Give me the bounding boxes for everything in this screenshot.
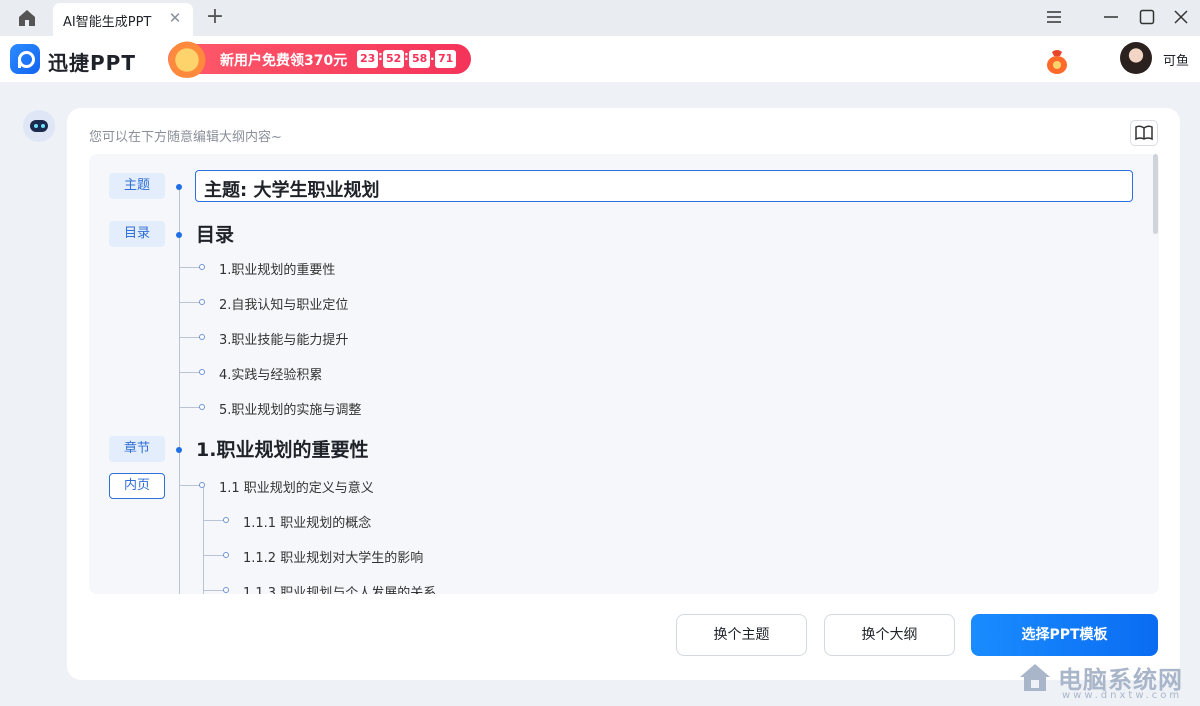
- subsection-item-2[interactable]: 1.1.2 职业规划对大学生的影响: [243, 547, 423, 566]
- countdown-seconds: 58: [409, 50, 431, 68]
- gift-icon: [166, 38, 208, 78]
- tree-connector: [204, 520, 224, 521]
- node-circle: [199, 369, 205, 375]
- tab-title: AI智能生成PPT: [63, 15, 152, 30]
- node-circle: [199, 482, 205, 488]
- node-dot: [176, 184, 182, 190]
- tree-line: [203, 486, 204, 594]
- tree-connector: [180, 485, 200, 486]
- subsection-item-3[interactable]: 1.1.3 职业规划与个人发展的关系: [243, 582, 436, 594]
- app-header: 迅捷PPT 新用户免费领370元 23 : 52 : 58 . 71 可鱼: [0, 36, 1200, 82]
- tag-theme: 主题: [109, 173, 165, 199]
- menu-icon[interactable]: [1043, 6, 1065, 28]
- tree-connector: [204, 555, 224, 556]
- node-dot: [176, 232, 182, 238]
- chapter-heading[interactable]: 1.职业规划的重要性: [196, 435, 368, 462]
- countdown-separator: .: [430, 49, 435, 63]
- toc-item-3[interactable]: 3.职业技能与能力提升: [219, 329, 348, 348]
- logo-icon: [10, 44, 40, 74]
- node-circle: [223, 552, 229, 558]
- promo-banner[interactable]: 新用户免费领370元 23 : 52 : 58 . 71: [166, 38, 471, 78]
- node-circle: [223, 587, 229, 593]
- avatar[interactable]: [1120, 42, 1152, 74]
- book-icon[interactable]: [1130, 120, 1158, 146]
- username[interactable]: 可鱼: [1163, 50, 1189, 69]
- change-theme-button[interactable]: 换个主题: [676, 614, 807, 656]
- close-icon[interactable]: ✕: [167, 10, 183, 26]
- outline-editor[interactable]: 主题 主题: 大学生职业规划 目录 目录 1.职业规划的重要性 2.自我认知与职…: [89, 154, 1159, 594]
- section-item[interactable]: 1.1 职业规划的定义与意义: [219, 477, 374, 496]
- robot-icon: [23, 110, 55, 142]
- tab-bar: AI智能生成PPT ✕ +: [0, 0, 1200, 36]
- tree-connector: [180, 372, 200, 373]
- lucky-bag-icon[interactable]: [1046, 48, 1068, 74]
- home-icon[interactable]: [16, 8, 38, 28]
- outline-card: 您可以在下方随意编辑大纲内容~ 主题 主题: 大学生职业规划 目录 目录 1.职…: [67, 108, 1180, 680]
- countdown-ms: 71: [435, 50, 457, 68]
- countdown-hours: 23: [357, 50, 379, 68]
- tag-chapter: 章节: [109, 436, 165, 462]
- watermark-url: www.dnxtw.com: [1062, 690, 1183, 701]
- maximize-icon[interactable]: [1136, 6, 1158, 28]
- logo-text: 迅捷PPT: [48, 51, 136, 75]
- toc-heading[interactable]: 目录: [196, 220, 234, 247]
- window-close-icon[interactable]: [1170, 6, 1192, 28]
- minimize-icon[interactable]: [1100, 6, 1122, 28]
- countdown-minutes: 52: [383, 50, 405, 68]
- tree-connector: [204, 590, 224, 591]
- robot-eye: [34, 124, 38, 128]
- node-circle: [199, 299, 205, 305]
- toc-item-1[interactable]: 1.职业规划的重要性: [219, 259, 335, 278]
- tree-connector: [180, 337, 200, 338]
- toc-item-5[interactable]: 5.职业规划的实施与调整: [219, 399, 361, 418]
- node-circle: [223, 517, 229, 523]
- tag-toc: 目录: [109, 221, 165, 247]
- title-text: 主题: 大学生职业规划: [204, 180, 380, 201]
- scrollbar[interactable]: [1153, 154, 1158, 234]
- add-tab-icon[interactable]: +: [205, 6, 225, 28]
- tag-page[interactable]: 内页: [109, 473, 165, 499]
- tree-connector: [180, 267, 200, 268]
- tab-ai-ppt[interactable]: AI智能生成PPT ✕: [53, 3, 193, 36]
- watermark-logo-icon: [1018, 661, 1052, 695]
- choose-template-button[interactable]: 选择PPT模板: [971, 614, 1158, 656]
- node-dot: [176, 447, 182, 453]
- robot-eye: [41, 124, 45, 128]
- tree-connector: [180, 302, 200, 303]
- edit-hint: 您可以在下方随意编辑大纲内容~: [89, 130, 282, 145]
- tree-line: [179, 184, 180, 594]
- node-circle: [199, 334, 205, 340]
- promo-text: 新用户免费领370元: [220, 53, 348, 69]
- toc-item-2[interactable]: 2.自我认知与职业定位: [219, 294, 348, 313]
- toc-item-4[interactable]: 4.实践与经验积累: [219, 364, 322, 383]
- title-input[interactable]: 主题: 大学生职业规划: [195, 170, 1133, 202]
- node-circle: [199, 404, 205, 410]
- tree-connector: [180, 407, 200, 408]
- subsection-item-1[interactable]: 1.1.1 职业规划的概念: [243, 512, 371, 531]
- change-outline-button[interactable]: 换个大纲: [824, 614, 955, 656]
- node-circle: [199, 264, 205, 270]
